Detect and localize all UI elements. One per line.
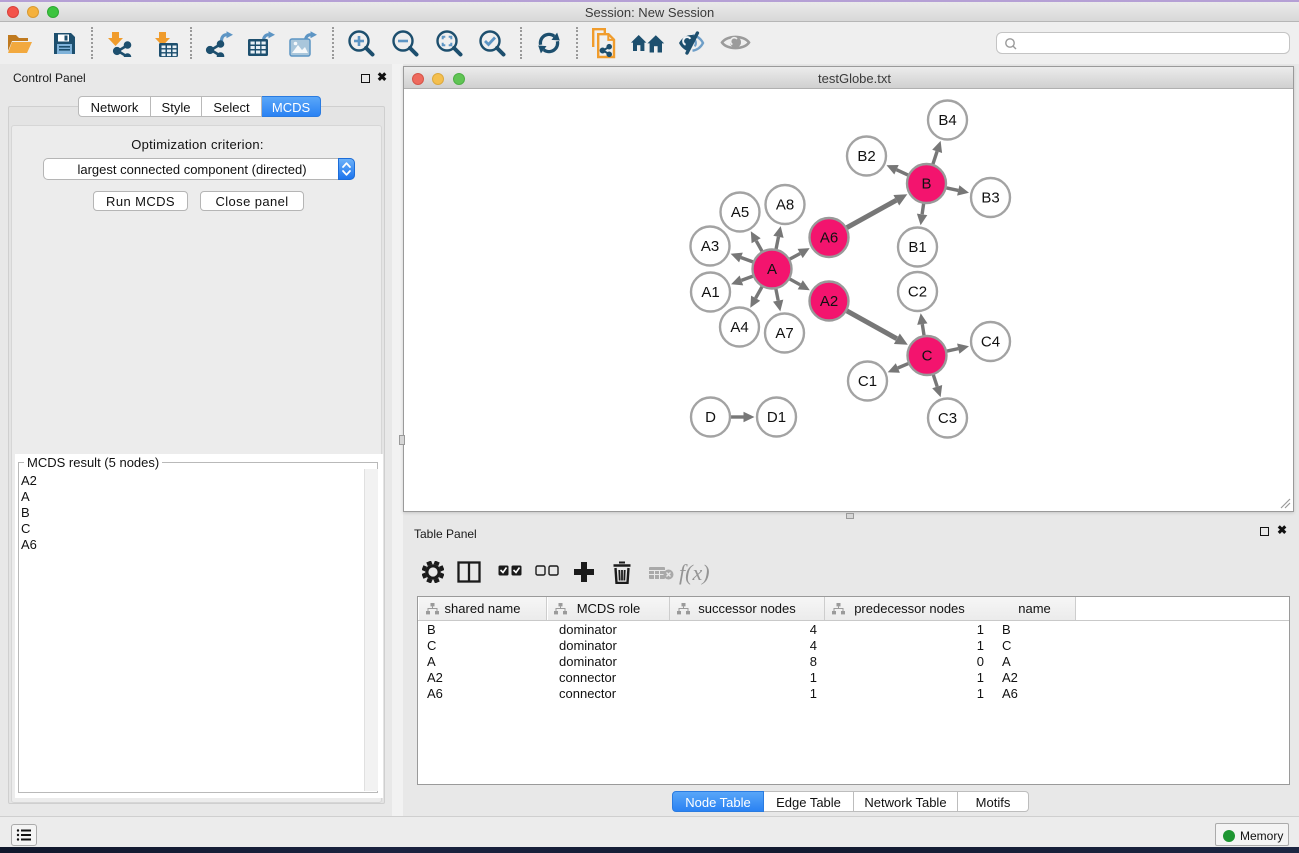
svg-text:C3: C3 [938,410,957,427]
svg-text:B3: B3 [981,190,999,207]
svg-text:A8: A8 [776,197,794,214]
svg-text:C1: C1 [858,373,877,390]
svg-text:A4: A4 [730,319,748,336]
svg-text:B4: B4 [938,112,956,129]
svg-text:D1: D1 [767,409,786,426]
svg-text:A3: A3 [701,238,719,255]
svg-text:D: D [705,409,716,426]
svg-text:A7: A7 [775,325,793,342]
svg-text:B2: B2 [857,148,875,165]
svg-text:A6: A6 [820,230,838,247]
svg-text:C: C [922,348,933,365]
svg-text:A1: A1 [701,284,719,301]
svg-text:A: A [767,261,777,278]
svg-text:C2: C2 [908,284,927,301]
svg-text:B: B [921,176,931,193]
svg-text:C4: C4 [981,334,1000,351]
svg-text:A5: A5 [731,204,749,221]
svg-text:B1: B1 [908,239,926,256]
svg-text:A2: A2 [820,293,838,310]
